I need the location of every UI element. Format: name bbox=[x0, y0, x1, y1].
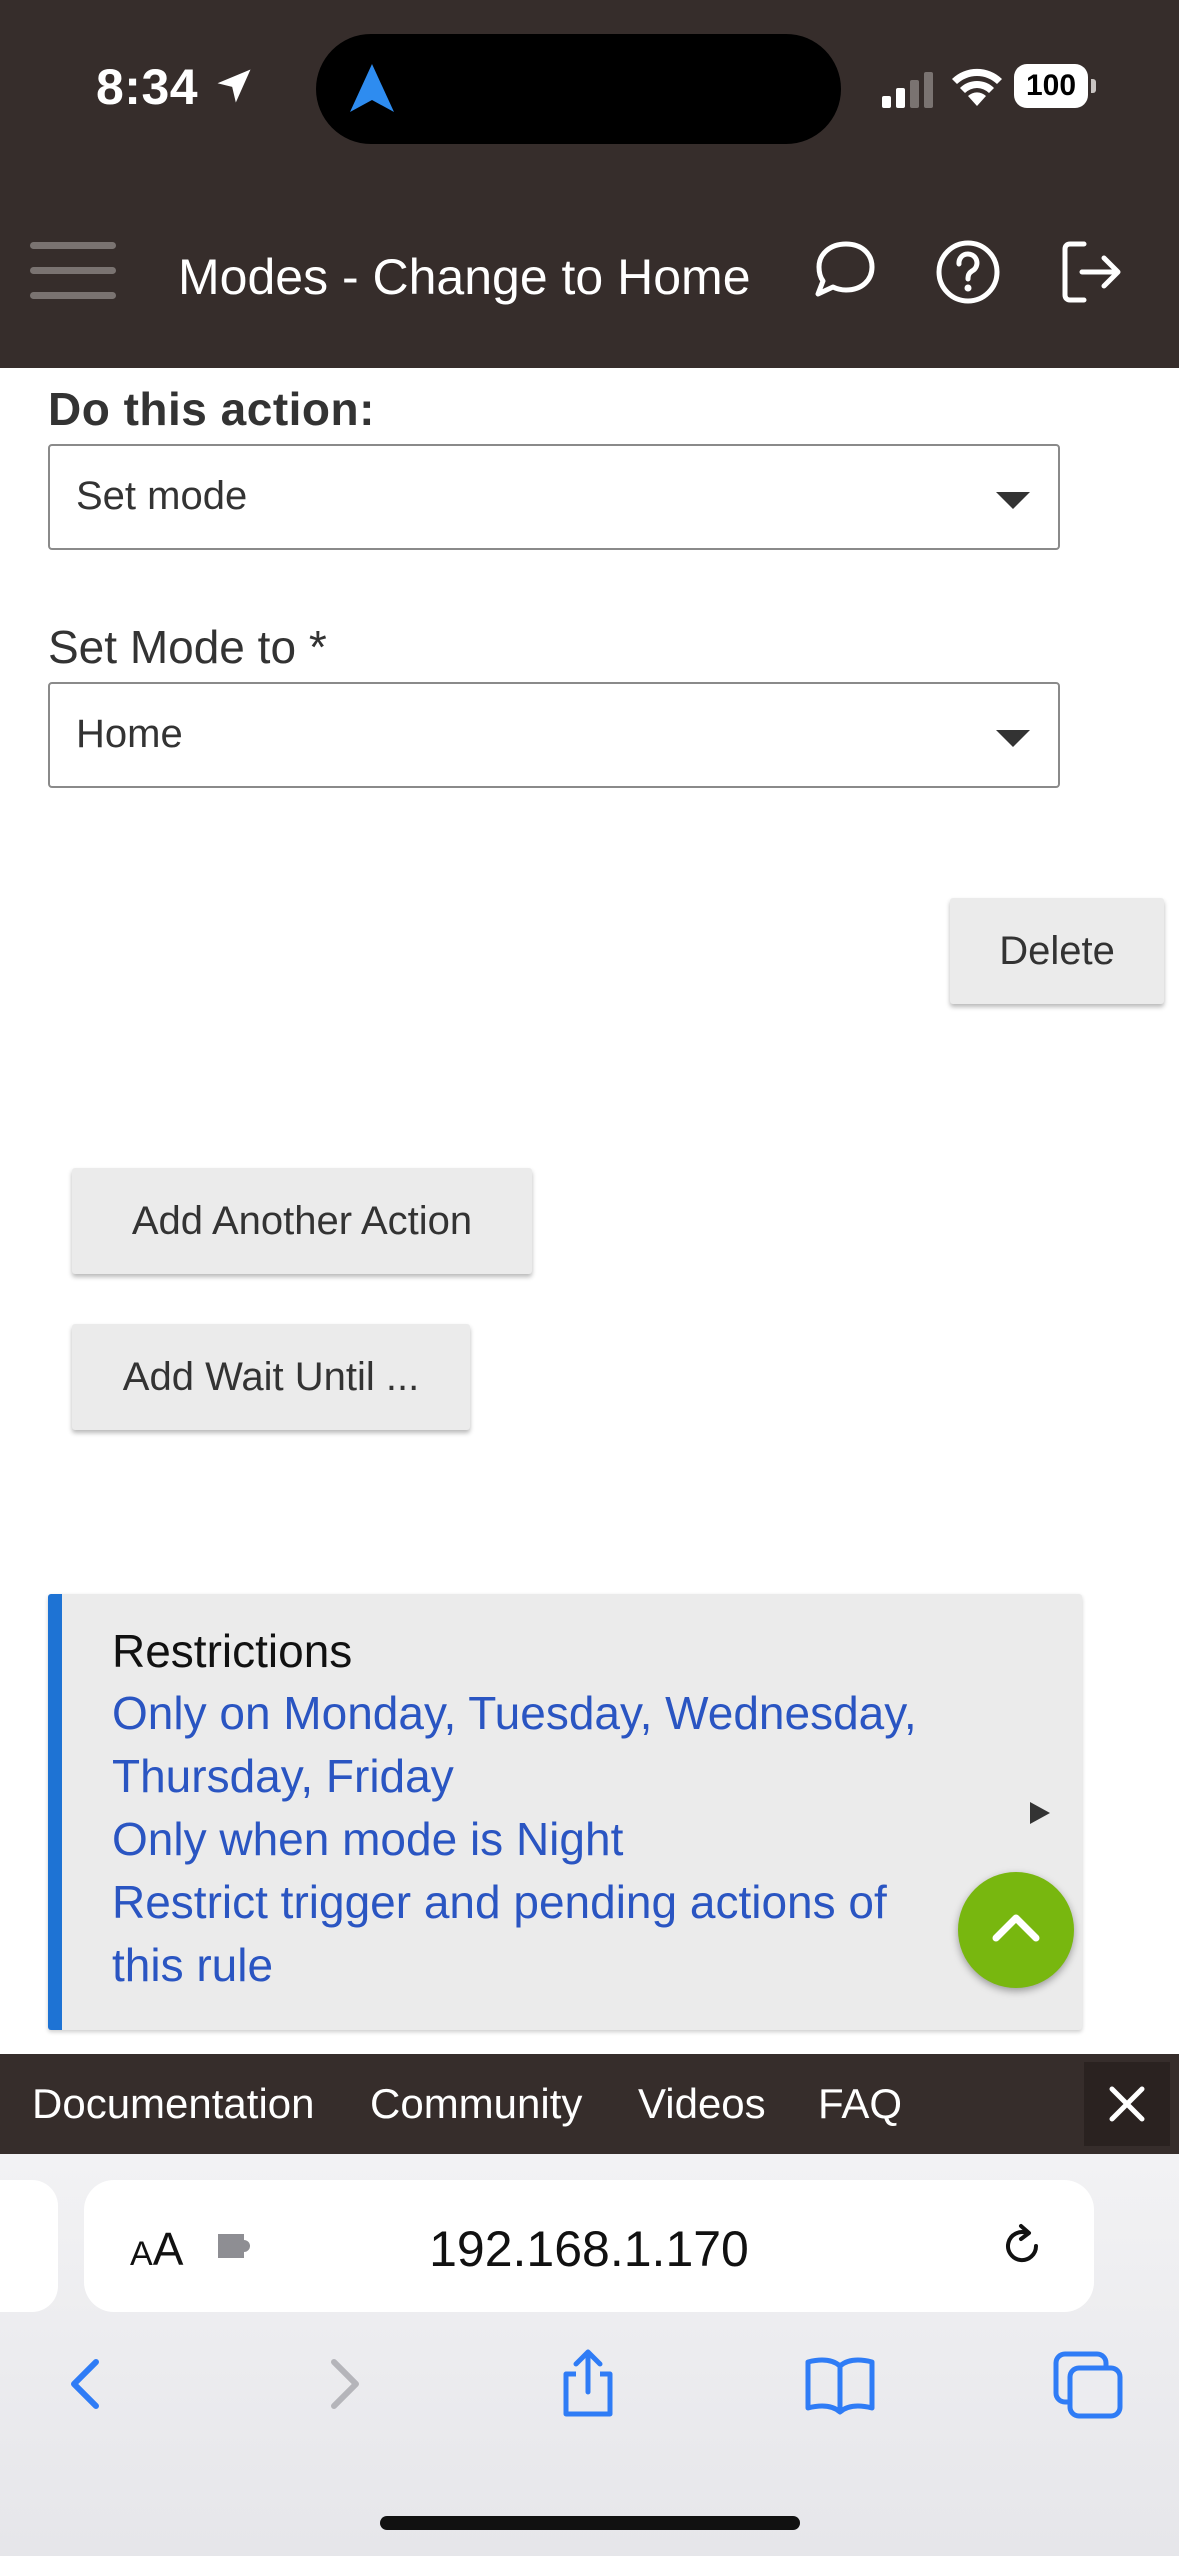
status-time: 8:34 bbox=[96, 59, 199, 115]
help-icon[interactable] bbox=[928, 232, 1008, 312]
reload-icon[interactable] bbox=[996, 2220, 1048, 2272]
back-icon[interactable] bbox=[48, 2344, 128, 2424]
forward-icon[interactable] bbox=[302, 2344, 382, 2424]
battery-tip bbox=[1091, 79, 1096, 93]
address-bar[interactable]: AA 192.168.1.170 bbox=[84, 2180, 1094, 2312]
dropdown-caret-icon bbox=[996, 492, 1030, 509]
location-arrow-icon bbox=[217, 69, 251, 103]
tabs-icon[interactable] bbox=[1048, 2344, 1128, 2424]
wifi-icon bbox=[952, 68, 1002, 106]
battery-indicator: 100 bbox=[1014, 64, 1096, 108]
app-header: 8:34 100 Modes - Change to Home bbox=[0, 0, 1179, 368]
delete-button[interactable]: Delete bbox=[950, 898, 1164, 1004]
battery-level: 100 bbox=[1014, 64, 1088, 108]
menu-icon[interactable] bbox=[30, 240, 116, 302]
dropdown-caret-icon bbox=[996, 730, 1030, 747]
home-indicator bbox=[380, 2516, 800, 2530]
community-link[interactable]: Community bbox=[370, 2080, 582, 2128]
chat-bubble-icon[interactable] bbox=[804, 232, 884, 312]
expand-arrow-icon[interactable] bbox=[1030, 1802, 1050, 1824]
restriction-line: Only when mode is Night bbox=[112, 1813, 624, 1865]
restrictions-title: Restrictions bbox=[112, 1625, 353, 1677]
previous-tab-peek[interactable] bbox=[0, 2180, 58, 2312]
add-another-action-button[interactable]: Add Another Action bbox=[72, 1168, 532, 1274]
scroll-to-top-button[interactable] bbox=[958, 1872, 1074, 1988]
footer-link-bar: Documentation Community Videos FAQ bbox=[0, 2054, 1179, 2154]
set-mode-label: Set Mode to * bbox=[48, 621, 327, 673]
faq-link[interactable]: FAQ bbox=[818, 2080, 902, 2128]
bookmarks-icon[interactable] bbox=[800, 2344, 880, 2424]
navigation-icon bbox=[350, 64, 394, 112]
action-select[interactable]: Set mode bbox=[48, 444, 1060, 550]
videos-link[interactable]: Videos bbox=[638, 2080, 766, 2128]
close-icon[interactable] bbox=[1084, 2062, 1170, 2146]
restriction-line: Only on Monday, Tuesday, Wednesday, bbox=[112, 1687, 917, 1739]
action-select-value: Set mode bbox=[76, 474, 248, 518]
logout-icon[interactable] bbox=[1052, 232, 1132, 312]
mode-select[interactable]: Home bbox=[48, 682, 1060, 788]
restrictions-panel[interactable]: Restrictions Only on Monday, Tuesday, We… bbox=[48, 1594, 1082, 2030]
url-text: 192.168.1.170 bbox=[429, 2221, 749, 2277]
share-icon[interactable] bbox=[548, 2344, 628, 2424]
mode-select-value: Home bbox=[76, 712, 183, 756]
cellular-signal-icon bbox=[882, 72, 933, 108]
page-title: Modes - Change to Home bbox=[178, 249, 751, 305]
restriction-line: Thursday, Friday bbox=[112, 1750, 454, 1802]
restriction-line: Restrict trigger and pending actions of bbox=[112, 1876, 887, 1928]
action-heading: Do this action: bbox=[48, 383, 375, 435]
documentation-link[interactable]: Documentation bbox=[32, 2080, 315, 2128]
add-wait-until-button[interactable]: Add Wait Until ... bbox=[72, 1324, 470, 1430]
restriction-line: this rule bbox=[112, 1939, 274, 1991]
